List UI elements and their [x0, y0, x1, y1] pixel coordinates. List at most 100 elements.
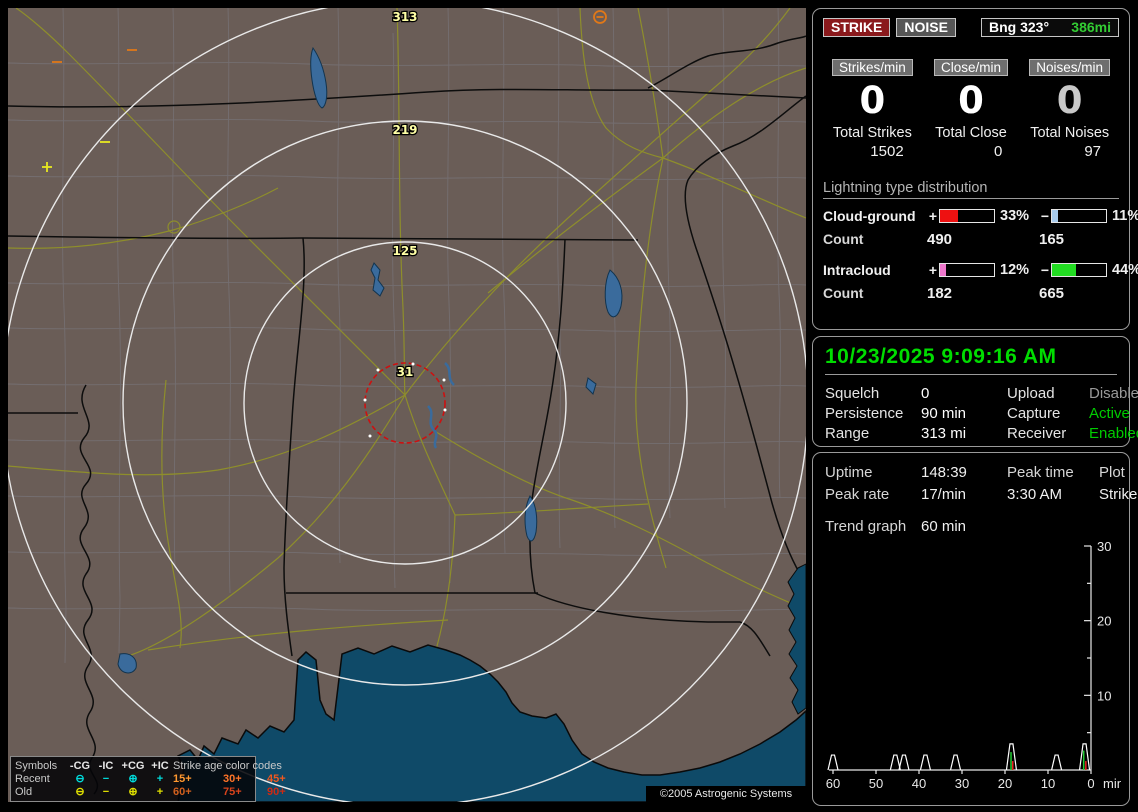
- minus-icon: −: [102, 772, 110, 785]
- close-per-min-counter: Close/min 0 Total Close 0: [922, 59, 1021, 160]
- legend-recent-row: Recent ⊖ − ⊕ + 15+ 30+ 45+: [15, 772, 286, 786]
- intracloud-label: Intracloud: [823, 262, 891, 278]
- ring-label: 219: [392, 123, 417, 137]
- trend-peak-strikes-total: [1051, 754, 1063, 771]
- settings-row: Range 313 mi Receiver Enabled: [825, 424, 1138, 444]
- minus-sign: −: [1040, 208, 1050, 224]
- plus-sign: +: [928, 262, 938, 278]
- status-row: Peak rate 17/min 3:30 AM Strike: [825, 484, 1137, 506]
- legend-col-pos-cg: +CG: [121, 759, 145, 772]
- circle-minus-icon: ⊖: [75, 773, 85, 785]
- lightning-map[interactable]: 313 219 125 31 Symbols -CG -IC +CG +IC Stri…: [8, 8, 806, 802]
- minus-sign: −: [1040, 262, 1050, 278]
- plus-icon: +: [156, 785, 164, 798]
- chart-tick-label: 0: [1087, 776, 1094, 791]
- trend-graph-value: 60 min: [921, 518, 967, 535]
- trend-graph-label: Trend graph: [825, 518, 907, 535]
- plot-mode-value: Strike: [1099, 486, 1138, 503]
- persistence-label: Persistence: [825, 405, 904, 422]
- ic-positive-pct: 12%: [1000, 262, 1030, 278]
- circle-plus-icon: ⊕: [128, 786, 138, 798]
- app-window: { "map": { "copyright": "©2005 Astrogeni…: [0, 0, 1138, 812]
- strike-stats-panel: STRIKE NOISE Bng 323° 386mi Strikes/min …: [812, 8, 1138, 330]
- close-per-min-label: Close/min: [933, 59, 1009, 76]
- cloud-ground-row: Cloud-ground + 33% − 11%: [823, 208, 1138, 224]
- chart-tick-label: 30: [1097, 540, 1111, 554]
- clock-settings-panel: 10/23/2025 9:09:16 AM Squelch 0 Upload D…: [812, 336, 1138, 447]
- status-row: Uptime 148:39 Peak time Plot: [825, 462, 1125, 484]
- cg-negative-bar: [1051, 209, 1107, 223]
- count-label: Count: [823, 285, 864, 301]
- squelch-label: Squelch: [825, 385, 880, 402]
- bearing-readout: Bng 323° 386mi: [981, 18, 1119, 37]
- cg-positive-count: 490: [927, 231, 953, 248]
- peak-time-value: 3:30 AM: [1007, 486, 1063, 503]
- map-legend: Symbols -CG -IC +CG +IC Strike age color…: [10, 756, 286, 802]
- cloud-ground-count-row: Count 490 165: [823, 231, 1119, 248]
- chart-tick-label: min: [1103, 776, 1121, 791]
- settings-row: Persistence 90 min Capture Active: [825, 404, 1130, 424]
- legend-symbols-title: Symbols: [15, 759, 58, 772]
- age-code: 45+: [267, 772, 286, 785]
- capture-label: Capture: [1007, 405, 1061, 422]
- ic-positive-count: 182: [927, 285, 953, 302]
- age-code: 15+: [173, 772, 192, 785]
- ring-label: 313: [392, 10, 417, 24]
- chart-tick-label: 50: [869, 776, 883, 791]
- cg-negative-count: 165: [1039, 231, 1065, 248]
- map-canvas: 313 219 125 31: [8, 8, 806, 802]
- trend-peak-strikes-total: [889, 754, 901, 771]
- strike-mode-button[interactable]: STRIKE: [823, 18, 891, 37]
- uptime-value: 148:39: [921, 464, 967, 481]
- chart-tick-label: 60: [826, 776, 840, 791]
- legend-age-title: Strike age color codes: [173, 759, 282, 772]
- chart-tick-label: 10: [1097, 688, 1111, 703]
- total-strikes-value: 1502: [870, 143, 904, 160]
- upload-label: Upload: [1007, 385, 1055, 402]
- ic-negative-count: 665: [1039, 285, 1065, 302]
- trend-peak-strikes-total: [898, 754, 910, 771]
- legend-recent-label: Recent: [15, 772, 50, 785]
- chart-tick-label: 10: [1041, 776, 1055, 791]
- copyright-text: ©2005 Astrogenic Systems: [646, 786, 806, 802]
- total-close-label: Total Close: [935, 125, 1007, 141]
- datetime-display: 10/23/2025 9:09:16 AM: [825, 345, 1117, 375]
- trend-graph-row: Trend graph 60 min: [825, 516, 1117, 538]
- range-label: Range: [825, 425, 870, 442]
- persistence-value: 90 min: [921, 405, 967, 422]
- receiver-label: Receiver: [1007, 425, 1067, 442]
- age-code: 30+: [223, 772, 242, 785]
- total-strikes-label: Total Strikes: [832, 125, 912, 141]
- strikes-per-min-label: Strikes/min: [831, 59, 913, 76]
- age-code: 60+: [173, 785, 192, 798]
- squelch-value: 0: [921, 385, 930, 402]
- capture-status: Active: [1089, 405, 1130, 422]
- trend-peak-strikes-total: [919, 754, 932, 771]
- cloud-ground-label: Cloud-ground: [823, 208, 916, 224]
- chart-axes: [829, 545, 1092, 774]
- noise-mode-button[interactable]: NOISE: [896, 18, 956, 37]
- total-noises-label: Total Noises: [1030, 125, 1110, 141]
- plot-label: Plot: [1099, 464, 1125, 481]
- ic-positive-bar: [939, 263, 995, 277]
- range-value: 313 mi: [921, 425, 967, 442]
- plus-icon: +: [156, 772, 164, 785]
- circle-plus-icon: ⊕: [128, 773, 138, 785]
- ring-label: 31: [397, 365, 414, 379]
- legend-old-row: Old ⊖ − ⊕ + 60+ 75+ 90+: [15, 785, 286, 799]
- uptime-label: Uptime: [825, 464, 873, 481]
- age-code: 75+: [223, 785, 242, 798]
- trend-graph-chart: 10 20 30 60 50 40 30 20 10 0 min: [826, 539, 1124, 791]
- status-trend-panel: Uptime 148:39 Peak time Plot Peak rate 1…: [812, 452, 1137, 806]
- receiver-status: Enabled: [1089, 425, 1138, 442]
- ic-negative-bar: [1051, 263, 1107, 277]
- plus-sign: +: [928, 208, 938, 224]
- close-per-min-value: 0: [958, 79, 984, 122]
- legend-col-neg-ic: -IC: [98, 759, 114, 772]
- noises-per-min-value: 0: [1056, 79, 1083, 122]
- legend-header-row: Symbols -CG -IC +CG +IC Strike age color…: [15, 759, 282, 772]
- total-close-value: 0: [994, 143, 1003, 160]
- peak-rate-value: 17/min: [921, 486, 967, 503]
- settings-row: Squelch 0 Upload Disabled: [825, 384, 1138, 404]
- intracloud-count-row: Count 182 665: [823, 285, 1119, 302]
